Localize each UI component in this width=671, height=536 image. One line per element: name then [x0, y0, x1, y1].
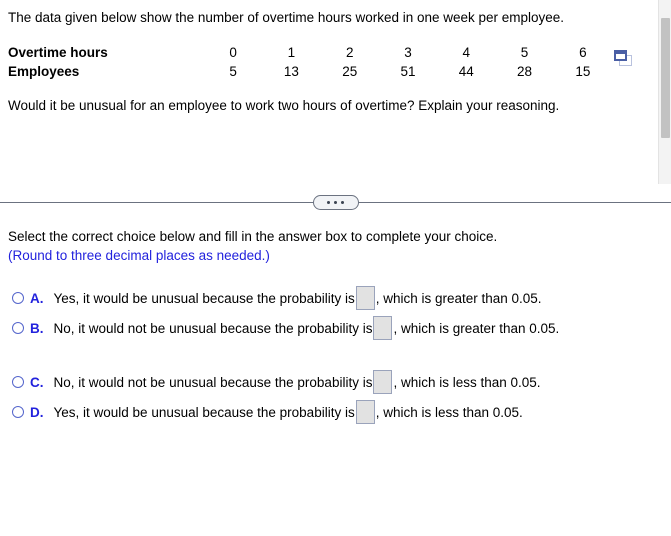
- divider-dot-2: [334, 201, 337, 204]
- option-text-b: No, it would not be unusual because the …: [53, 316, 560, 340]
- cell-employees-2: 25: [342, 63, 358, 79]
- radio-button-c[interactable]: [12, 376, 24, 388]
- table-row-overtime-hours: Overtime hours 0 1 2 3 4 5 6: [8, 43, 612, 62]
- option-row-a[interactable]: A. Yes, it would be unusual because the …: [8, 283, 663, 313]
- option-letter-d: D.: [30, 404, 44, 420]
- problem-prompt: The data given below show the number of …: [8, 10, 565, 25]
- option-text-a: Yes, it would be unusual because the pro…: [54, 286, 542, 310]
- cell-employees-6: 15: [575, 63, 591, 79]
- answer-input-c[interactable]: [373, 370, 393, 394]
- divider-expand-button[interactable]: [312, 195, 359, 210]
- radio-button-d[interactable]: [12, 406, 24, 418]
- option-row-d[interactable]: D. Yes, it would be unusual because the …: [8, 397, 663, 427]
- option-text-c: No, it would not be unusual because the …: [54, 370, 541, 394]
- radio-button-b[interactable]: [12, 322, 24, 334]
- answer-options-list: A. Yes, it would be unusual because the …: [8, 283, 663, 427]
- option-c-text-before: No, it would not be unusual because the …: [53, 374, 373, 390]
- problem-question: Would it be unusual for an employee to w…: [8, 97, 560, 113]
- answer-instruction: Select the correct choice below and fill…: [8, 229, 498, 244]
- option-d-text-after: , which is less than 0.05.: [375, 404, 523, 420]
- data-table-wrapper: Overtime hours 0 1 2 3 4 5 6 Employees 5…: [8, 43, 649, 81]
- cell-hours-2: 2: [345, 44, 354, 60]
- copy-icon-front-rect: [614, 49, 627, 61]
- option-row-c[interactable]: C. No, it would not be unusual because t…: [8, 367, 663, 397]
- row-header-employees: Employees: [8, 63, 80, 79]
- option-b-text-before: No, it would not be unusual because the …: [53, 320, 373, 336]
- cell-employees-0: 5: [229, 63, 237, 79]
- answer-input-a[interactable]: [355, 286, 375, 310]
- answer-input-b[interactable]: [373, 316, 393, 340]
- copy-table-icon[interactable]: [614, 49, 633, 67]
- rounding-note: (Round to three decimal places as needed…: [8, 247, 270, 263]
- cell-hours-0: 0: [229, 44, 237, 60]
- option-d-text-before: Yes, it would be unusual because the pro…: [53, 404, 355, 420]
- radio-button-a[interactable]: [12, 292, 24, 304]
- cell-hours-6: 6: [579, 44, 587, 60]
- cell-employees-5: 28: [517, 63, 533, 79]
- cell-hours-5: 5: [520, 44, 529, 60]
- scrollbar-thumb[interactable]: [661, 18, 670, 138]
- section-divider: [0, 184, 671, 222]
- answer-input-d[interactable]: [355, 400, 375, 424]
- option-row-b[interactable]: B. No, it would not be unusual because t…: [8, 313, 663, 343]
- row-header-overtime-hours: Overtime hours: [8, 44, 108, 60]
- cell-hours-4: 4: [462, 44, 471, 60]
- answer-section: Select the correct choice below and fill…: [0, 222, 671, 427]
- option-letter-a: A.: [30, 290, 44, 306]
- option-letter-c: C.: [30, 374, 44, 390]
- cell-hours-1: 1: [287, 44, 296, 60]
- option-letter-b: B.: [30, 320, 44, 336]
- option-c-text-after: , which is less than 0.05.: [393, 374, 541, 390]
- table-row-employees: Employees 5 13 25 51 44 28 15: [8, 62, 612, 81]
- cell-employees-3: 51: [400, 63, 416, 79]
- frequency-distribution-table: Overtime hours 0 1 2 3 4 5 6 Employees 5…: [8, 43, 612, 81]
- problem-panel-scrollbar[interactable]: [658, 0, 671, 184]
- option-b-text-after: , which is greater than 0.05.: [393, 320, 560, 336]
- option-a-text-after: , which is greater than 0.05.: [375, 290, 542, 306]
- divider-dot-1: [327, 201, 330, 204]
- divider-dot-3: [341, 201, 344, 204]
- cell-employees-4: 44: [458, 63, 474, 79]
- cell-employees-1: 13: [283, 63, 299, 79]
- option-a-text-before: Yes, it would be unusual because the pro…: [53, 290, 355, 306]
- cell-hours-3: 3: [404, 44, 412, 60]
- option-text-d: Yes, it would be unusual because the pro…: [54, 400, 523, 424]
- problem-statement-panel: The data given below show the number of …: [0, 0, 671, 184]
